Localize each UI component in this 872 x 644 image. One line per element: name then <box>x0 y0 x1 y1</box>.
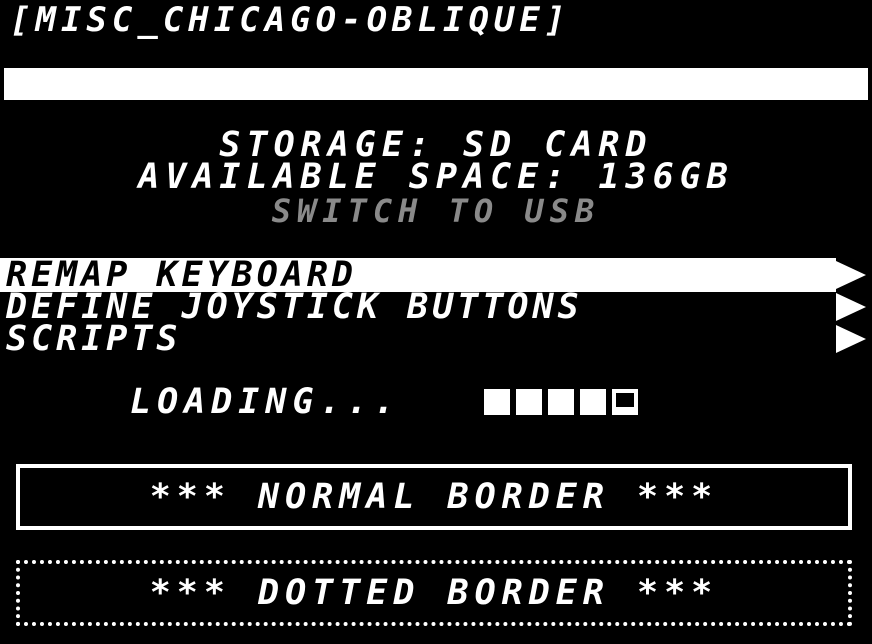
loading-label: LOADING... <box>130 382 401 422</box>
progress-block-empty <box>612 389 638 415</box>
menu-item-scripts[interactable]: SCRIPTS <box>0 322 872 357</box>
loading-progress-bar <box>484 389 638 415</box>
chevron-right-icon <box>836 325 866 353</box>
page-title: [MISC_CHICAGO-OBLIQUE] <box>10 0 571 40</box>
switch-to-usb-button[interactable]: SWITCH TO USB <box>0 194 872 228</box>
chevron-right-icon <box>836 261 866 289</box>
available-space-label: AVAILABLE SPACE: 136GB <box>138 157 734 197</box>
dotted-border-box: *** DOTTED BORDER *** <box>16 560 852 626</box>
normal-border-box: *** NORMAL BORDER *** <box>16 464 852 530</box>
chevron-right-icon <box>836 293 866 321</box>
progress-block-filled <box>580 389 606 415</box>
progress-block-filled <box>484 389 510 415</box>
status-bar: MISTER ⏲ MAR 14 16:42:05 <box>4 68 868 132</box>
progress-block-filled <box>516 389 542 415</box>
progress-block-filled <box>548 389 574 415</box>
